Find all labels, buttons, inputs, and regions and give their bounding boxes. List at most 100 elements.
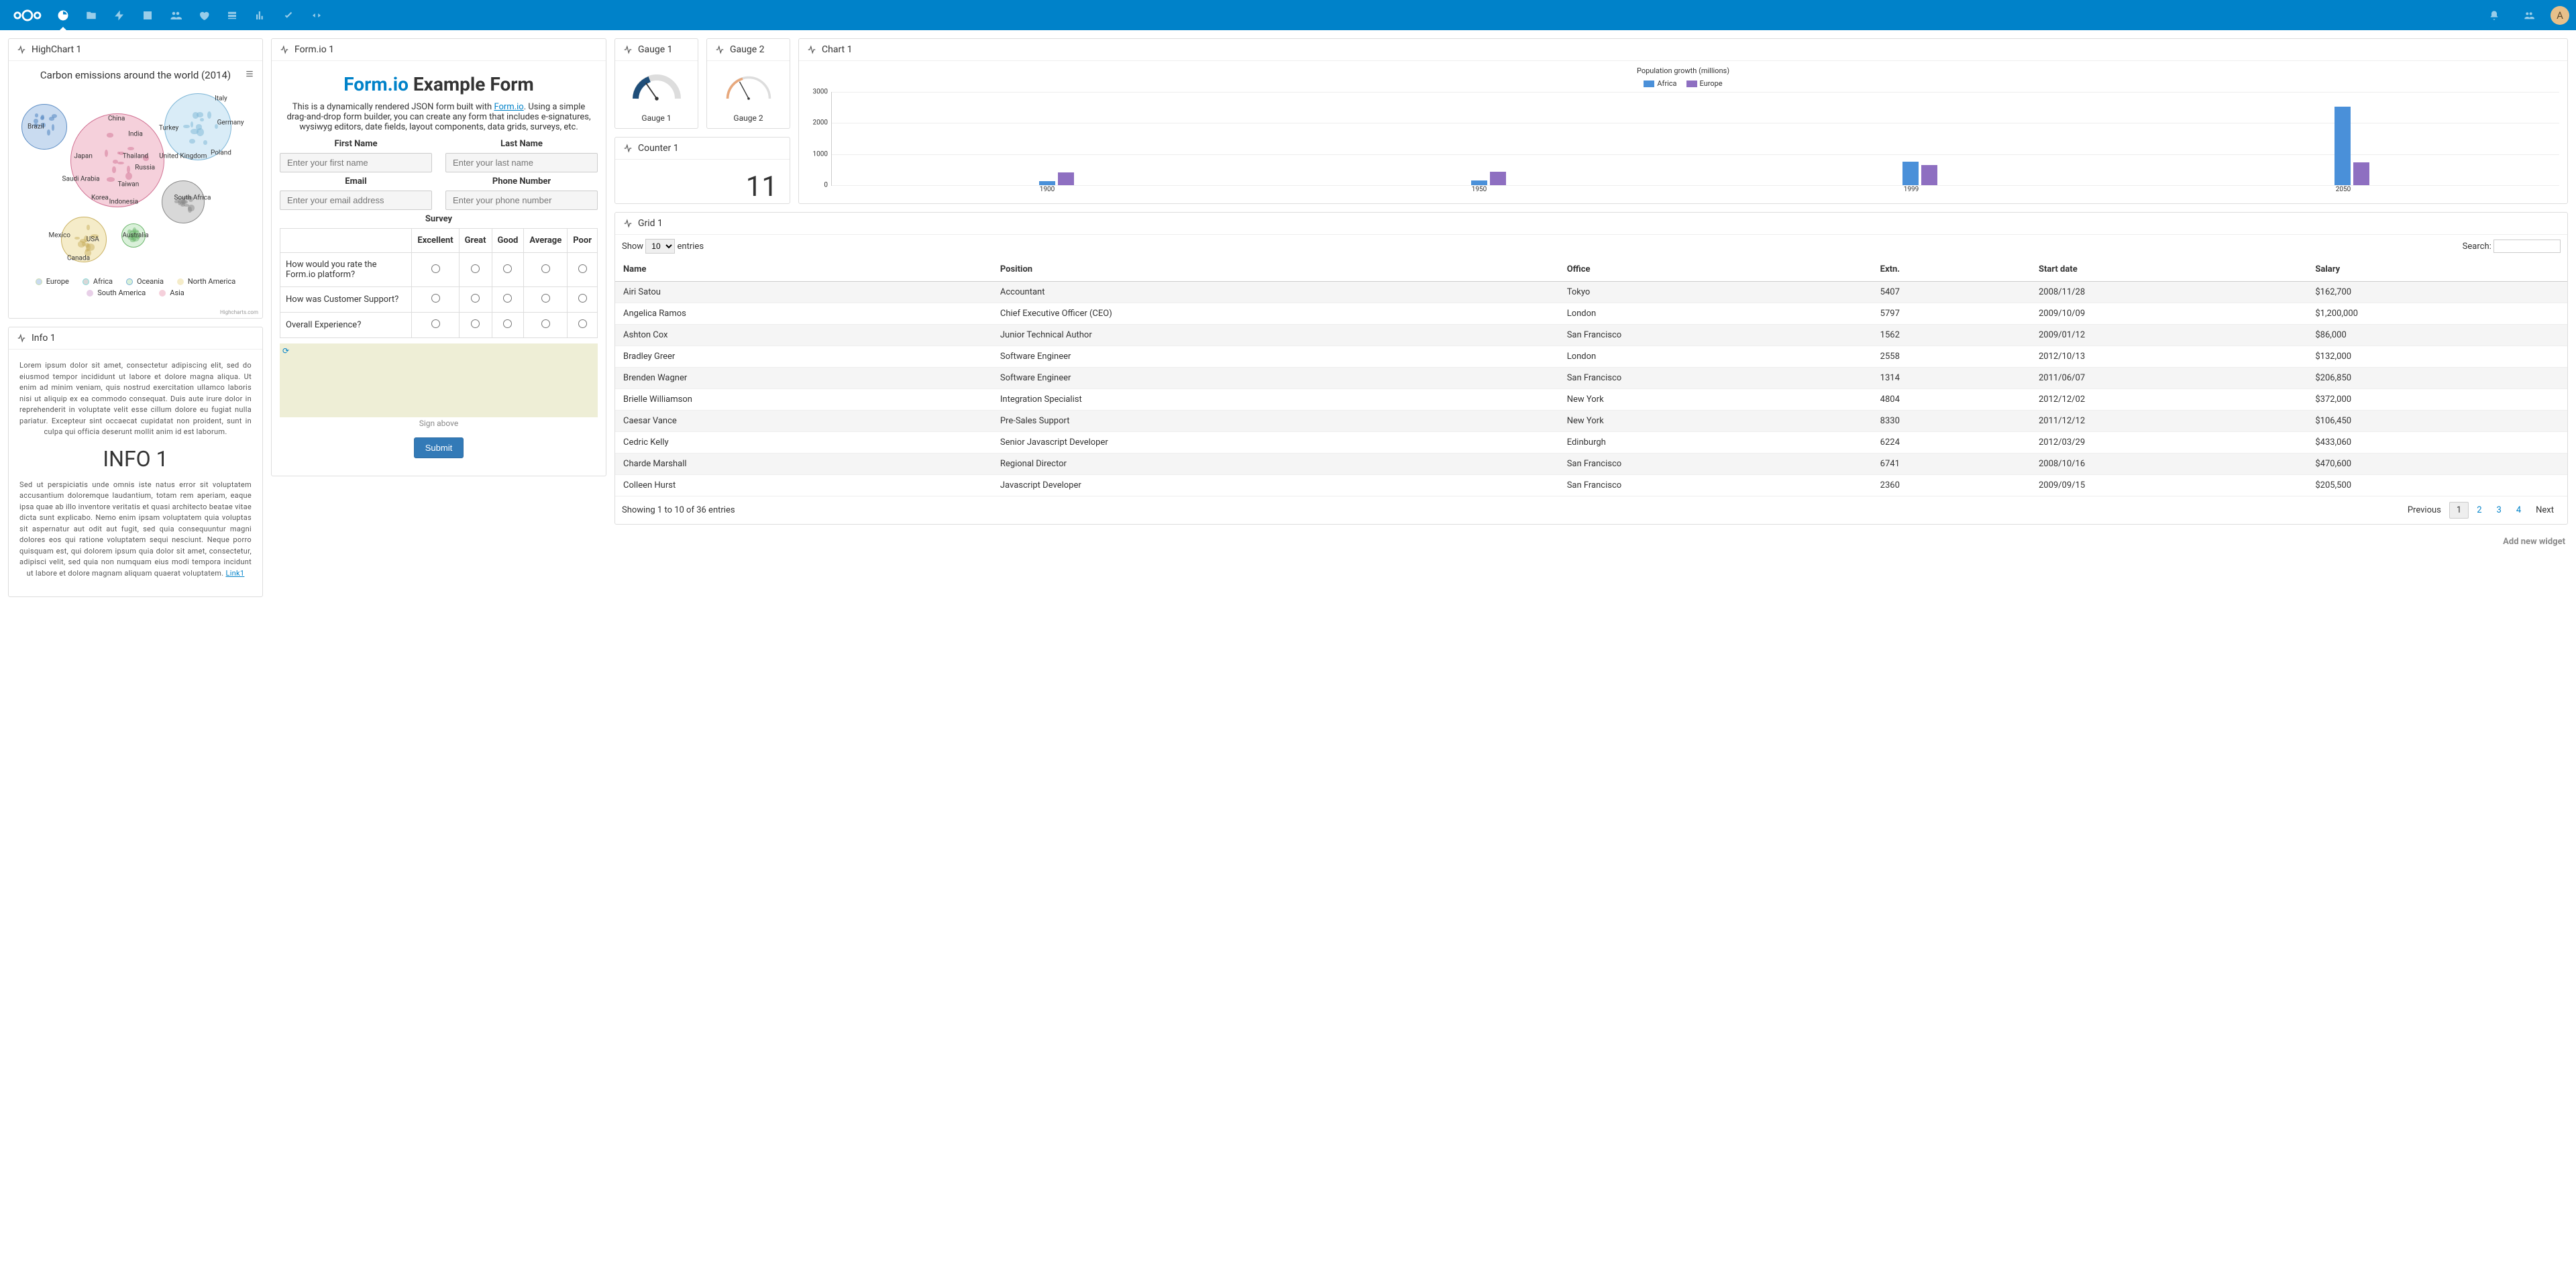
pager-page[interactable]: 3 bbox=[2490, 502, 2508, 518]
legend-item[interactable]: Asia bbox=[159, 288, 184, 297]
legend-item[interactable]: Europe bbox=[1686, 79, 1723, 88]
table-row[interactable]: Cedric KellySenior Javascript DeveloperE… bbox=[615, 432, 2567, 454]
entries-select[interactable]: 10 bbox=[645, 239, 675, 254]
pager-page[interactable]: 2 bbox=[2470, 502, 2488, 518]
chart-bar[interactable] bbox=[1490, 172, 1506, 185]
bubble-chart[interactable]: BrazilItalyGermanyTurkeyUnited KingdomPo… bbox=[17, 85, 254, 273]
nav-analytics-icon[interactable] bbox=[247, 2, 274, 29]
nav-gallery-icon[interactable] bbox=[134, 2, 161, 29]
email-input[interactable] bbox=[280, 191, 432, 210]
survey-radio[interactable] bbox=[541, 294, 550, 303]
add-widget-button[interactable]: Add new widget bbox=[614, 533, 2568, 551]
survey-col: Good bbox=[492, 229, 524, 253]
survey-radio[interactable] bbox=[431, 319, 440, 328]
survey-radio[interactable] bbox=[471, 319, 480, 328]
table-row[interactable]: Airi SatouAccountantTokyo54072008/11/28$… bbox=[615, 282, 2567, 303]
table-row[interactable]: Angelica RamosChief Executive Officer (C… bbox=[615, 303, 2567, 325]
signature-refresh-icon[interactable]: ⟳ bbox=[282, 346, 289, 356]
nav-code-icon[interactable] bbox=[303, 2, 330, 29]
contacts-menu-icon[interactable] bbox=[2516, 2, 2542, 29]
table-header[interactable]: Office bbox=[1559, 258, 1872, 282]
chart-title: Carbon emissions around the world (2014) bbox=[17, 69, 254, 81]
pager-prev[interactable]: Previous bbox=[2401, 502, 2448, 518]
table-row[interactable]: Caesar VancePre-Sales SupportNew York833… bbox=[615, 411, 2567, 432]
last-name-label: Last Name bbox=[445, 139, 598, 149]
nav-dashboard-icon[interactable] bbox=[50, 2, 76, 29]
widget-gauge1: Gauge 1 Gauge 1 bbox=[614, 38, 698, 129]
table-row[interactable]: Colleen HurstJavascript DeveloperSan Fra… bbox=[615, 475, 2567, 496]
logo[interactable] bbox=[7, 4, 48, 27]
survey-radio[interactable] bbox=[471, 294, 480, 303]
widget-counter: Counter 1 11 bbox=[614, 137, 790, 204]
nav-deck-icon[interactable] bbox=[219, 2, 246, 29]
legend-item[interactable]: Africa bbox=[83, 277, 113, 286]
gauge-label: Gauge 2 bbox=[712, 113, 784, 123]
table-row[interactable]: Ashton CoxJunior Technical AuthorSan Fra… bbox=[615, 325, 2567, 346]
nav-files-icon[interactable] bbox=[78, 2, 105, 29]
survey-radio[interactable] bbox=[541, 264, 550, 273]
data-table: NamePositionOfficeExtn.Start dateSalaryA… bbox=[615, 258, 2567, 496]
nav-tasks-icon[interactable] bbox=[275, 2, 302, 29]
survey-radio[interactable] bbox=[541, 319, 550, 328]
table-header[interactable]: Position bbox=[992, 258, 1559, 282]
pager-page[interactable]: 1 bbox=[2449, 502, 2469, 519]
survey-radio[interactable] bbox=[431, 264, 440, 273]
bar-chart-title: Population growth (millions) bbox=[807, 66, 2559, 75]
table-row[interactable]: Charde MarshallRegional DirectorSan Fran… bbox=[615, 454, 2567, 475]
table-header[interactable]: Extn. bbox=[1872, 258, 2031, 282]
first-name-input[interactable] bbox=[280, 153, 432, 172]
table-header[interactable]: Start date bbox=[2031, 258, 2307, 282]
info-link[interactable]: Link1 bbox=[225, 569, 244, 578]
chart-bar[interactable] bbox=[1039, 181, 1055, 185]
chart-menu-icon[interactable] bbox=[245, 69, 254, 81]
formio-link[interactable]: Form.io bbox=[494, 102, 523, 112]
last-name-input[interactable] bbox=[445, 153, 598, 172]
legend-item[interactable]: Africa bbox=[1644, 79, 1676, 88]
survey-radio[interactable] bbox=[578, 264, 587, 273]
survey-radio[interactable] bbox=[503, 319, 512, 328]
signature-pad[interactable]: ⟳ bbox=[280, 343, 598, 417]
chart-bar[interactable] bbox=[1902, 162, 1919, 185]
table-header[interactable]: Salary bbox=[2307, 258, 2567, 282]
survey-radio[interactable] bbox=[578, 294, 587, 303]
avatar[interactable]: A bbox=[2551, 6, 2569, 25]
x-tick: 1950 bbox=[1263, 186, 1695, 193]
nav-contacts-icon[interactable] bbox=[162, 2, 189, 29]
table-row[interactable]: Brenden WagnerSoftware EngineerSan Franc… bbox=[615, 368, 2567, 389]
nav-activity-icon[interactable] bbox=[106, 2, 133, 29]
legend-item[interactable]: South America bbox=[87, 288, 146, 297]
bubble-label: Indonesia bbox=[109, 198, 138, 205]
chart-bar[interactable] bbox=[2334, 107, 2351, 185]
legend-item[interactable]: Europe bbox=[36, 277, 69, 286]
table-header[interactable]: Name bbox=[615, 258, 992, 282]
survey-radio[interactable] bbox=[471, 264, 480, 273]
bubble-label: Poland bbox=[211, 149, 231, 156]
info-paragraph: Lorem ipsum dolor sit amet, consectetur … bbox=[19, 360, 252, 438]
survey-radio[interactable] bbox=[503, 294, 512, 303]
bubble-label: Turkey bbox=[159, 125, 178, 132]
nav-favorites-icon[interactable] bbox=[191, 2, 217, 29]
search-input[interactable] bbox=[2493, 240, 2561, 253]
phone-input[interactable] bbox=[445, 191, 598, 210]
first-name-label: First Name bbox=[280, 139, 432, 149]
chart-bar[interactable] bbox=[1471, 180, 1487, 185]
chart-bar[interactable] bbox=[2353, 162, 2369, 185]
pager-page[interactable]: 4 bbox=[2510, 502, 2528, 518]
widget-title: Info 1 bbox=[32, 333, 56, 343]
submit-button[interactable]: Submit bbox=[414, 437, 464, 458]
widget-title: Gauge 2 bbox=[730, 44, 765, 55]
dashboard: HighChart 1 Carbon emissions around the … bbox=[0, 30, 2576, 605]
table-row[interactable]: Brielle WilliamsonIntegration Specialist… bbox=[615, 389, 2567, 411]
legend-item[interactable]: Oceania bbox=[126, 277, 164, 286]
survey-radio[interactable] bbox=[578, 319, 587, 328]
notifications-icon[interactable] bbox=[2481, 2, 2508, 29]
pager-next[interactable]: Next bbox=[2529, 502, 2561, 518]
chart-bar[interactable] bbox=[1058, 172, 1074, 185]
x-tick: 1900 bbox=[831, 186, 1263, 193]
survey-label: Survey bbox=[280, 214, 598, 224]
chart-bar[interactable] bbox=[1921, 165, 1937, 185]
survey-radio[interactable] bbox=[503, 264, 512, 273]
legend-item[interactable]: North America bbox=[177, 277, 235, 286]
survey-radio[interactable] bbox=[431, 294, 440, 303]
table-row[interactable]: Bradley GreerSoftware EngineerLondon2558… bbox=[615, 346, 2567, 368]
